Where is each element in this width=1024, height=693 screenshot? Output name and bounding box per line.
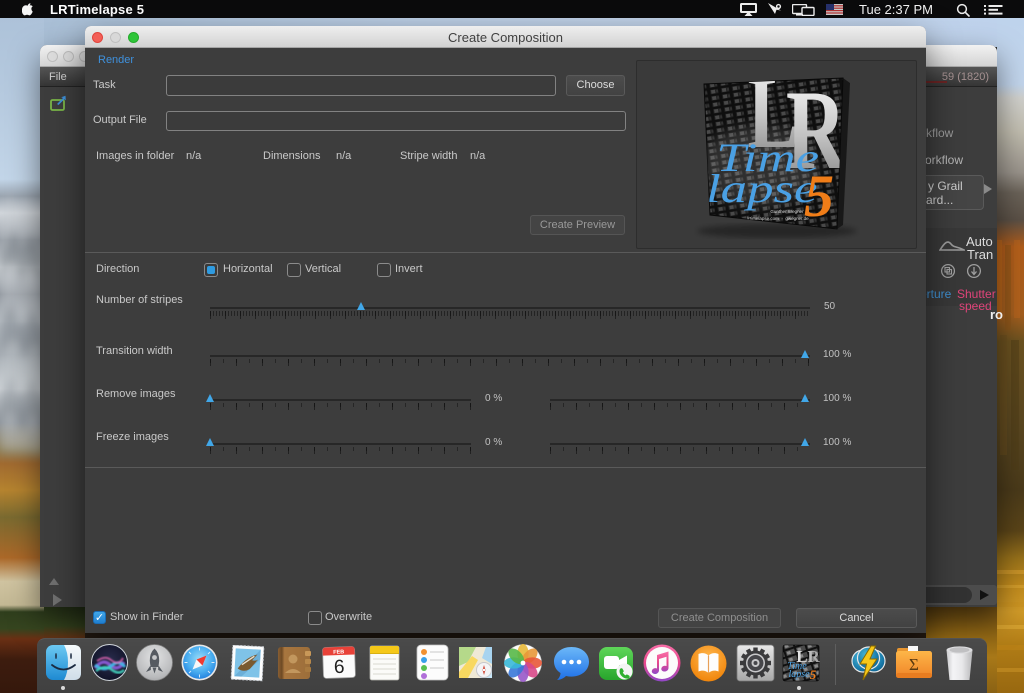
svg-text:Gunther Wegner: Gunther Wegner [770, 209, 804, 214]
svg-text:lapse: lapse [788, 669, 810, 680]
svg-text:Σ: Σ [909, 655, 919, 674]
svg-text:lapse: lapse [706, 167, 817, 211]
svg-text:FEB: FEB [333, 649, 344, 655]
svg-text:5: 5 [810, 667, 817, 682]
svg-text:6: 6 [334, 657, 345, 678]
